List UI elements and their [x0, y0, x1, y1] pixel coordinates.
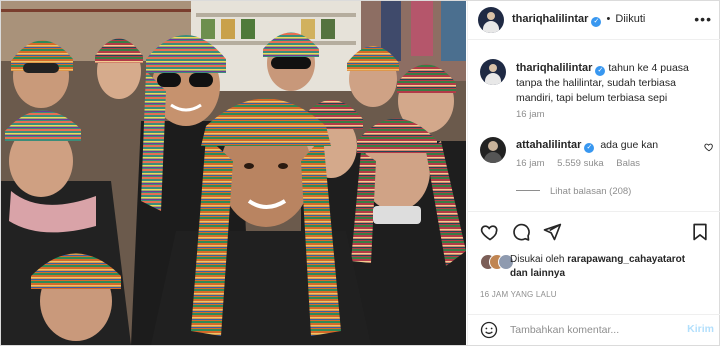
heart-icon[interactable]	[480, 222, 500, 242]
comment-time: 16 jam	[516, 158, 545, 169]
comment: attahalilintar ✓ ada gue kan	[516, 139, 658, 153]
comment-icon[interactable]	[511, 222, 531, 242]
bookmark-icon[interactable]	[690, 222, 710, 242]
comment-meta: 16 jam 5.559 suka Balas	[516, 158, 650, 169]
caption-username[interactable]: thariqhalilintar	[516, 62, 592, 74]
caption-avatar[interactable]	[480, 59, 506, 85]
more-horizontal-icon[interactable]: •••	[694, 11, 712, 27]
comments-section: thariqhalilintar ✓ tahun ke 4 puasa tanpa…	[468, 41, 720, 211]
commenter-avatar[interactable]	[480, 137, 506, 163]
header-user-line: thariqhalilintar ✓ • Diikuti	[512, 13, 645, 27]
verified-badge-icon: ✓	[591, 17, 602, 27]
divider	[516, 190, 540, 191]
comment-input[interactable]	[510, 323, 670, 337]
header-separator: •	[606, 13, 611, 25]
verified-badge-icon: ✓	[584, 143, 595, 153]
post-comment-button[interactable]: Kirim	[687, 323, 714, 335]
view-replies-button[interactable]: Lihat balasan (208)	[516, 186, 631, 197]
emoji-icon[interactable]	[480, 321, 498, 339]
reply-button[interactable]: Balas	[616, 158, 640, 169]
post-photo[interactable]	[1, 1, 466, 345]
view-replies-label: Lihat balasan (208)	[550, 186, 632, 197]
caption-time: 16 jam	[516, 109, 545, 120]
verified-badge-icon: ✓	[595, 66, 606, 76]
post-actions: Disukai oleh rarapawang_cahayatarot dan …	[468, 211, 720, 316]
comment-likes[interactable]: 5.559 suka	[557, 158, 603, 169]
group-selfie-image	[1, 1, 466, 345]
comment-text: ada gue kan	[600, 139, 659, 151]
post-date: 16 JAM YANG LALU	[480, 290, 557, 299]
caption: thariqhalilintar ✓ tahun ke 4 puasa tanpa…	[516, 61, 708, 106]
liker-username[interactable]: rarapawang_cahayatarot	[567, 254, 685, 265]
add-comment-bar: Kirim	[468, 314, 720, 346]
comment-username[interactable]: attahalilintar	[516, 139, 581, 151]
header-username[interactable]: thariqhalilintar	[512, 13, 588, 25]
heart-icon[interactable]	[704, 142, 714, 152]
follow-status[interactable]: Diikuti	[615, 13, 645, 25]
likes-summary: Disukai oleh rarapawang_cahayatarot dan …	[510, 253, 710, 281]
post-side-panel: thariqhalilintar ✓ • Diikuti ••• thariqha…	[467, 1, 720, 345]
share-icon[interactable]	[542, 222, 562, 242]
instagram-post: thariqhalilintar ✓ • Diikuti ••• thariqha…	[0, 0, 720, 346]
post-header: thariqhalilintar ✓ • Diikuti •••	[468, 1, 720, 40]
likes-prefix: Disukai oleh	[510, 254, 565, 265]
likes-others[interactable]: dan lainnya	[510, 268, 565, 279]
author-avatar[interactable]	[478, 7, 504, 33]
